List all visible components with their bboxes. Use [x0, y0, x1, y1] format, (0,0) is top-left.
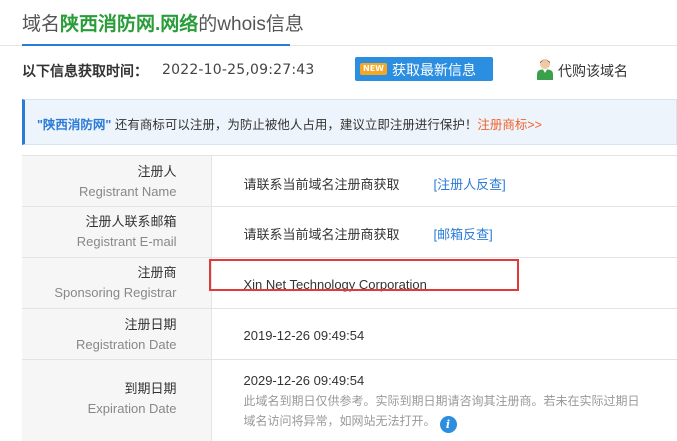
label-en: Registration Date: [76, 337, 177, 352]
email-reverse-lookup-link[interactable]: [邮箱反查]: [434, 227, 493, 242]
label-cn: 注册商: [137, 265, 177, 280]
highlight-box: [209, 259, 519, 291]
title-suffix: 的whois信息: [198, 14, 304, 35]
row-value-cell: 2029-12-26 09:49:54 此域名到期日仅供参考。实际到期日期请咨询…: [211, 359, 677, 441]
notice-message: 还有商标可以注册，为防止被他人占用，建议立即注册进行保护！: [111, 118, 478, 132]
expiration-note-line-2: 域名访问将异常，如网站无法打开。 i: [244, 411, 677, 433]
title-active-underline: [22, 44, 290, 46]
buy-domain-label: 代购该域名: [558, 63, 628, 79]
table-row: 注册人联系邮箱 Registrant E-mail 请联系当前域名注册商获取 [邮…: [22, 206, 677, 258]
registration-date-value: 2019-12-26 09:49:54: [243, 328, 365, 343]
registrant-name-value: 请联系当前域名注册商获取: [243, 177, 400, 192]
label-cn: 注册人联系邮箱: [85, 214, 177, 229]
registrant-email-value: 请联系当前域名注册商获取: [243, 227, 400, 242]
row-label-cell: 注册人 Registrant Name: [22, 155, 212, 207]
label-cn: 注册日期: [124, 317, 177, 332]
page-title: 域名陕西消防网.网络的whois信息: [22, 9, 304, 36]
registrant-reverse-lookup-link[interactable]: [注册人反查]: [434, 177, 506, 192]
notice-domain-name: "陕西消防网": [37, 118, 112, 132]
row-value-cell: 请联系当前域名注册商获取 [邮箱反查]: [211, 206, 677, 258]
title-prefix: 域名: [22, 14, 61, 35]
table-row: 注册人 Registrant Name 请联系当前域名注册商获取 [注册人反查]: [22, 155, 677, 207]
title-domain: 陕西消防网.网络: [60, 14, 199, 35]
notice-text: "陕西消防网" 还有商标可以注册，为防止被他人占用，建议立即注册进行保护！注册商…: [37, 114, 542, 133]
whois-table: 注册人 Registrant Name 请联系当前域名注册商获取 [注册人反查] …: [22, 155, 677, 441]
refresh-info-button[interactable]: NEW 获取最新信息: [355, 57, 493, 81]
row-value-cell: 请联系当前域名注册商获取 [注册人反查]: [211, 155, 677, 207]
label-cn: 注册人: [137, 164, 177, 179]
expiration-note-text: 域名访问将异常，如网站无法打开。: [243, 414, 436, 428]
refresh-info-label: 获取最新信息: [392, 62, 476, 78]
label-en: Sponsoring Registrar: [54, 285, 177, 300]
label-en: Registrant Name: [78, 184, 177, 199]
new-badge-icon: NEW: [360, 63, 387, 75]
person-icon: [537, 59, 553, 80]
table-row: 到期日期 Expiration Date 2029-12-26 09:49:54…: [22, 359, 677, 441]
label-cn: 到期日期: [124, 381, 177, 396]
info-icon[interactable]: i: [439, 416, 457, 433]
label-en: Expiration Date: [87, 401, 177, 416]
register-trademark-link[interactable]: 注册商标>>: [477, 118, 542, 132]
row-label-cell: 注册日期 Registration Date: [22, 308, 212, 360]
fetch-info-row: 以下信息获取时间： 2022-10-25,09:27:43 NEW 获取最新信息…: [0, 56, 677, 86]
expiration-date-value: 2029-12-26 09:49:54: [243, 373, 365, 388]
expiration-note-line-1: 此域名到期日仅供参考。实际到期日期请咨询其注册商。若未在实际过期日: [243, 394, 640, 408]
table-row: 注册日期 Registration Date 2019-12-26 09:49:…: [22, 308, 677, 360]
row-label-cell: 注册人联系邮箱 Registrant E-mail: [22, 206, 212, 258]
trademark-notice: "陕西消防网" 还有商标可以注册，为防止被他人占用，建议立即注册进行保护！注册商…: [22, 99, 677, 145]
fetch-time-value: 2022-10-25,09:27:43: [162, 62, 315, 78]
fetch-time-label: 以下信息获取时间：: [22, 63, 148, 79]
row-label-cell: 注册商 Sponsoring Registrar: [22, 257, 212, 309]
row-label-cell: 到期日期 Expiration Date: [22, 359, 212, 441]
label-en: Registrant E-mail: [76, 234, 177, 249]
title-bar: 域名陕西消防网.网络的whois信息: [0, 0, 677, 46]
row-value-cell: 2019-12-26 09:49:54: [211, 308, 677, 360]
